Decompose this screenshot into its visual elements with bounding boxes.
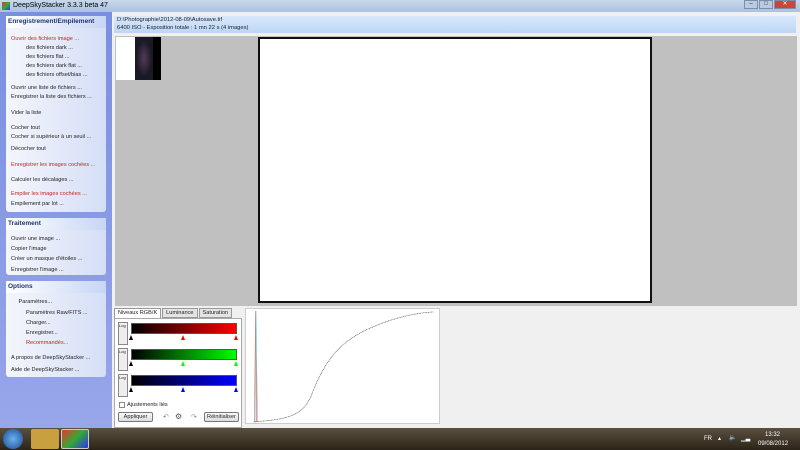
language-indicator[interactable]: FR <box>704 436 712 442</box>
redo-icon[interactable]: ↷ <box>191 413 197 421</box>
blue-level-row: Log <box>118 374 240 397</box>
explorer-taskbar-icon[interactable] <box>31 429 59 449</box>
file-details: 6400 ISO - Exposition totale : 1 mn 22 s… <box>117 24 249 31</box>
log-toggle[interactable]: Log <box>118 322 128 345</box>
midtone-slider[interactable] <box>181 335 185 340</box>
white-point-slider[interactable] <box>234 387 238 392</box>
show-hidden-icons-icon[interactable]: ▴ <box>718 435 721 442</box>
task-sidebar: Enregistrement/Empilement Ouvrir des fich… <box>0 12 112 428</box>
menu-item-empilement-par-lot[interactable]: Empilement par lot ... <box>11 201 64 207</box>
deepskystacker-taskbar-icon[interactable] <box>61 429 89 449</box>
app-icon <box>2 2 10 10</box>
maximize-button[interactable]: □ <box>759 0 773 9</box>
panel-title: Enregistrement/Empilement <box>6 16 106 28</box>
red-level-row: Log <box>118 322 240 345</box>
menu-item-ouvrir-une-image[interactable]: Ouvrir une image ... <box>11 236 60 242</box>
panel-title: Traitement <box>6 218 106 230</box>
menu-item-enregistrer-la-liste-des-fichiers[interactable]: Enregistrer la liste des fichiers ... <box>11 94 92 100</box>
taskbar: FR ▴ 🔈 ▁▃ 13:32 09/08/2012 <box>0 428 800 450</box>
menu-item-decocher-tout[interactable]: Décocher tout <box>11 146 46 152</box>
menu-item-des-fichiers-flat[interactable]: des fichiers flat ... <box>26 54 70 60</box>
processing-panel: Traitement Ouvrir une image ... Copier l'i… <box>6 218 106 275</box>
linked-adjustments-checkbox[interactable]: Ajustements liés <box>119 402 168 408</box>
log-toggle[interactable]: Log <box>118 348 128 371</box>
menu-item-enregistrer-les-images-cochees[interactable]: Enregistrer les images cochées ... <box>11 162 95 168</box>
white-point-slider[interactable] <box>234 335 238 340</box>
log-toggle[interactable]: Log <box>118 374 128 397</box>
image-viewer[interactable] <box>115 36 797 306</box>
menu-item-enregistrer[interactable]: Enregistrer... <box>26 330 58 336</box>
file-path: D:\Photographie\2012-08-09\Autosave.tif <box>117 17 223 23</box>
menu-item-cocher-si-superieur-a-un-seuil[interactable]: Cocher si supérieur à un seuil ... <box>11 134 91 140</box>
tab-saturation[interactable]: Saturation <box>198 308 233 318</box>
midtone-slider[interactable] <box>181 387 185 392</box>
network-icon[interactable]: ▁▃ <box>741 435 750 442</box>
window-title: DeepSkyStacker 3.3.3 beta 47 <box>13 2 108 9</box>
menu-item-parametres-raw-fits[interactable]: Paramètres Raw/FITS ... <box>26 310 88 316</box>
menu-item-creer-un-masque-d-etoiles[interactable]: Créer un masque d'étoiles ... <box>11 256 82 262</box>
options-panel: Options Paramètres... Paramètres Raw/FITS … <box>6 281 106 377</box>
linked-label: Ajustements liés <box>127 402 168 408</box>
tab-niveaux-rgb-k[interactable]: Niveaux RGB/K <box>114 308 162 318</box>
apply-button[interactable]: Appliquer <box>118 412 153 422</box>
menu-item-recommandes[interactable]: Recommandés... <box>26 340 68 346</box>
midtone-slider[interactable] <box>181 361 185 366</box>
menu-item-des-fichiers-dark[interactable]: des fichiers dark ... <box>26 45 73 51</box>
start-button[interactable] <box>3 429 23 449</box>
menu-item-vider-la-liste[interactable]: Vider la liste <box>11 110 41 116</box>
rgb-levels: Log Log Log Ajustements liés Appliquer ↶… <box>114 318 242 428</box>
adjustments-panel: Niveaux RGB/K Luminance Saturation Log Log… <box>114 308 444 428</box>
file-info: D:\Photographie\2012-08-09\Autosave.tif … <box>114 16 796 33</box>
panel-title: Options <box>6 281 106 293</box>
gear-icon[interactable]: ⚙ <box>175 412 182 421</box>
stacked-image[interactable] <box>258 37 652 303</box>
clock-time[interactable]: 13:32 <box>765 432 780 438</box>
green-gradient <box>131 349 237 360</box>
menu-item-ouvrir-des-fichiers-image[interactable]: Ouvrir des fichiers image ... <box>11 36 79 42</box>
transfer-curve <box>253 311 434 423</box>
blue-gradient <box>131 375 237 386</box>
menu-item-des-fichiers-offset-bias[interactable]: des fichiers offset/bias ... <box>26 72 87 78</box>
reset-button[interactable]: Réinitialiser <box>204 412 239 422</box>
red-gradient <box>131 323 237 334</box>
black-point-slider[interactable] <box>129 335 133 340</box>
menu-item-ouvrir-une-liste-de-fichiers[interactable]: Ouvrir une liste de fichiers ... <box>11 85 82 91</box>
minimize-button[interactable]: – <box>744 0 758 9</box>
menu-item-a-propos-de-deepskystacker[interactable]: A propos de DeepSkyStacker ... <box>11 355 90 361</box>
menu-item-calculer-les-decalages[interactable]: Calculer les décalages ... <box>11 177 74 183</box>
menu-item-cocher-tout[interactable]: Cocher tout <box>11 125 40 131</box>
title-bar: DeepSkyStacker 3.3.3 beta 47 – □ ✕ <box>0 0 800 12</box>
stacking-panel: Enregistrement/Empilement Ouvrir des fich… <box>6 16 106 212</box>
tab-luminance[interactable]: Luminance <box>162 308 198 318</box>
black-point-slider[interactable] <box>129 387 133 392</box>
menu-item-enregistrer-l-image[interactable]: Enregistrer l'image ... <box>11 267 64 273</box>
histogram <box>245 308 440 424</box>
thumbnail[interactable] <box>116 37 161 80</box>
menu-item-charger[interactable]: Charger... <box>26 320 51 326</box>
green-level-row: Log <box>118 348 240 371</box>
menu-item-des-fichiers-dark-flat[interactable]: des fichiers dark flat ... <box>26 63 82 69</box>
clock-date[interactable]: 09/08/2012 <box>758 441 788 447</box>
volume-icon[interactable]: 🔈 <box>729 434 736 441</box>
black-point-slider[interactable] <box>129 361 133 366</box>
menu-item-aide-de-deepskystacker[interactable]: Aide de DeepSkyStacker ... <box>11 367 79 373</box>
close-button[interactable]: ✕ <box>774 0 796 9</box>
menu-item-parametres[interactable]: Paramètres... <box>19 299 53 305</box>
menu-item-copier-l-image[interactable]: Copier l'image <box>11 246 47 252</box>
white-point-slider[interactable] <box>234 361 238 366</box>
menu-item-empiler-les-images-cochees[interactable]: Empiler les images cochées ... <box>11 191 87 197</box>
main-area: D:\Photographie\2012-08-09\Autosave.tif … <box>112 12 800 428</box>
undo-icon[interactable]: ↶ <box>163 413 169 421</box>
